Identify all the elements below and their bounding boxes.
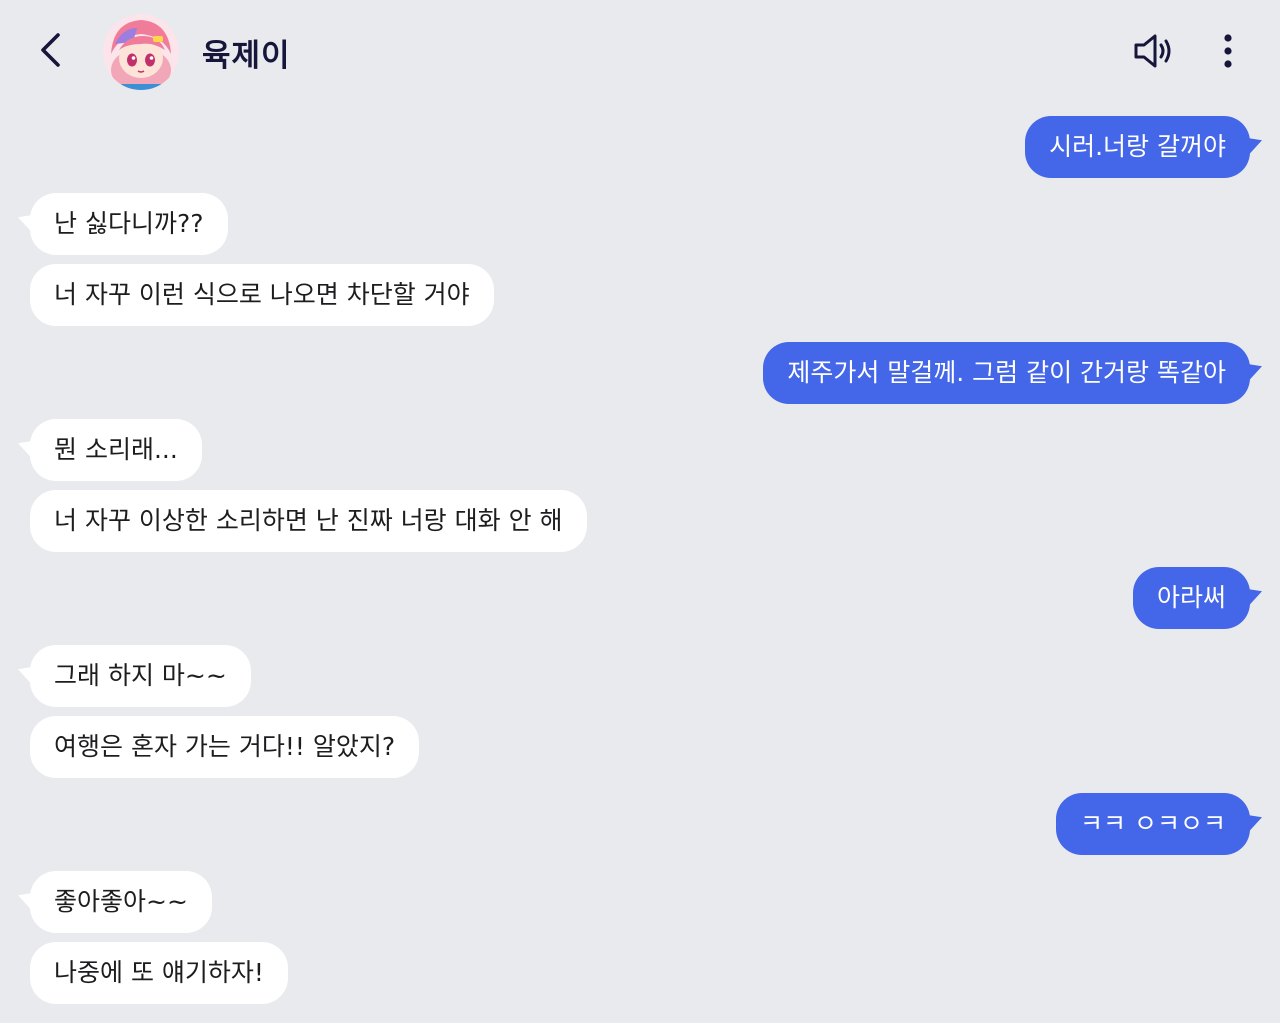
incoming-message[interactable]: 나중에 또 얘기하자! <box>30 942 288 1004</box>
bubble-tail <box>18 885 34 913</box>
contact-name: 육제이 <box>202 38 291 74</box>
message-text: 좋아좋아~~ <box>54 887 188 916</box>
speaker-icon <box>1134 34 1171 68</box>
message-text: 뭔 소리래... <box>54 435 178 464</box>
more-options-button[interactable] <box>1210 28 1246 74</box>
incoming-message[interactable]: 그래 하지 마~~ <box>18 645 251 707</box>
message-text: 시러.너랑 갈꺼야 <box>1049 132 1226 161</box>
avatar[interactable] <box>103 14 179 90</box>
bubble-tail <box>1246 581 1262 609</box>
chat-header: 육제이 <box>0 0 1280 104</box>
message-text: 제주가서 말걸께. 그럼 같이 간거랑 똑같아 <box>787 358 1226 387</box>
message-text: 나중에 또 얘기하자! <box>54 958 264 987</box>
message-text: 너 자꾸 이런 식으로 나오면 차단할 거야 <box>54 280 470 309</box>
back-button[interactable] <box>30 28 74 72</box>
incoming-message[interactable]: 너 자꾸 이런 식으로 나오면 차단할 거야 <box>30 264 494 326</box>
bubble-tail <box>18 207 34 235</box>
message-text: 그래 하지 마~~ <box>54 661 227 690</box>
speaker-button[interactable] <box>1130 28 1178 74</box>
more-vertical-icon <box>1224 34 1232 68</box>
chevron-left-icon <box>41 33 60 67</box>
incoming-message[interactable]: 여행은 혼자 가는 거다!! 알았지? <box>30 716 420 778</box>
message-text: 너 자꾸 이상한 소리하면 난 진짜 너랑 대화 안 해 <box>54 506 563 535</box>
outgoing-message[interactable]: 아라써 <box>1132 567 1262 629</box>
message-text: 여행은 혼자 가는 거다!! 알았지? <box>54 732 396 761</box>
outgoing-message[interactable]: 제주가서 말걸께. 그럼 같이 간거랑 똑같아 <box>763 342 1262 404</box>
message-text: 아라써 <box>1156 583 1226 612</box>
bubble-tail <box>18 659 34 687</box>
message-text: ㅋㅋ ㅇㅋㅇㅋ <box>1080 809 1226 838</box>
outgoing-message[interactable]: 시러.너랑 갈꺼야 <box>1025 116 1262 178</box>
outgoing-message[interactable]: ㅋㅋ ㅇㅋㅇㅋ <box>1056 793 1262 855</box>
incoming-message[interactable]: 좋아좋아~~ <box>18 871 212 933</box>
message-text: 난 싫다니까?? <box>54 209 204 238</box>
incoming-message[interactable]: 난 싫다니까?? <box>18 193 228 255</box>
incoming-message[interactable]: 뭔 소리래... <box>18 419 202 481</box>
incoming-message[interactable]: 너 자꾸 이상한 소리하면 난 진짜 너랑 대화 안 해 <box>30 490 587 552</box>
avatar-character-icon <box>103 14 179 90</box>
bubble-tail <box>18 433 34 461</box>
bubble-tail <box>1246 807 1262 835</box>
bubble-tail <box>1246 356 1262 384</box>
bubble-tail <box>1246 130 1262 158</box>
